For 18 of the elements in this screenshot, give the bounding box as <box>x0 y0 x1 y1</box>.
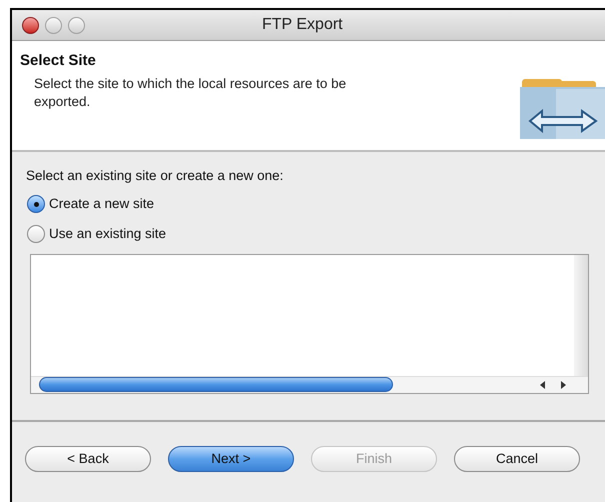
radio-button[interactable] <box>27 195 45 214</box>
horizontal-scrollbar[interactable] <box>31 376 588 393</box>
radio-label[interactable]: Create a new site <box>49 194 154 214</box>
window-title: FTP Export <box>262 15 343 35</box>
radio-label[interactable]: Use an existing site <box>49 224 166 244</box>
scroll-left-icon[interactable] <box>538 380 548 390</box>
scroll-right-icon[interactable] <box>558 380 568 390</box>
scrollbar-thumb[interactable] <box>39 377 393 392</box>
radio-button[interactable] <box>27 224 45 243</box>
dialog-button[interactable]: Next > <box>168 446 294 472</box>
prompt-label: Select an existing site or create a new one: <box>26 167 284 185</box>
vertical-scrollbar[interactable] <box>574 254 588 376</box>
page-description: Select the site to which the local resources are to be exported. <box>34 75 348 111</box>
dialog-button[interactable]: < Back <box>25 446 151 472</box>
site-list[interactable] <box>30 254 589 394</box>
close-icon[interactable] <box>22 16 39 34</box>
page-title: Select Site <box>20 51 96 71</box>
dialog-button[interactable]: Cancel <box>454 446 580 472</box>
